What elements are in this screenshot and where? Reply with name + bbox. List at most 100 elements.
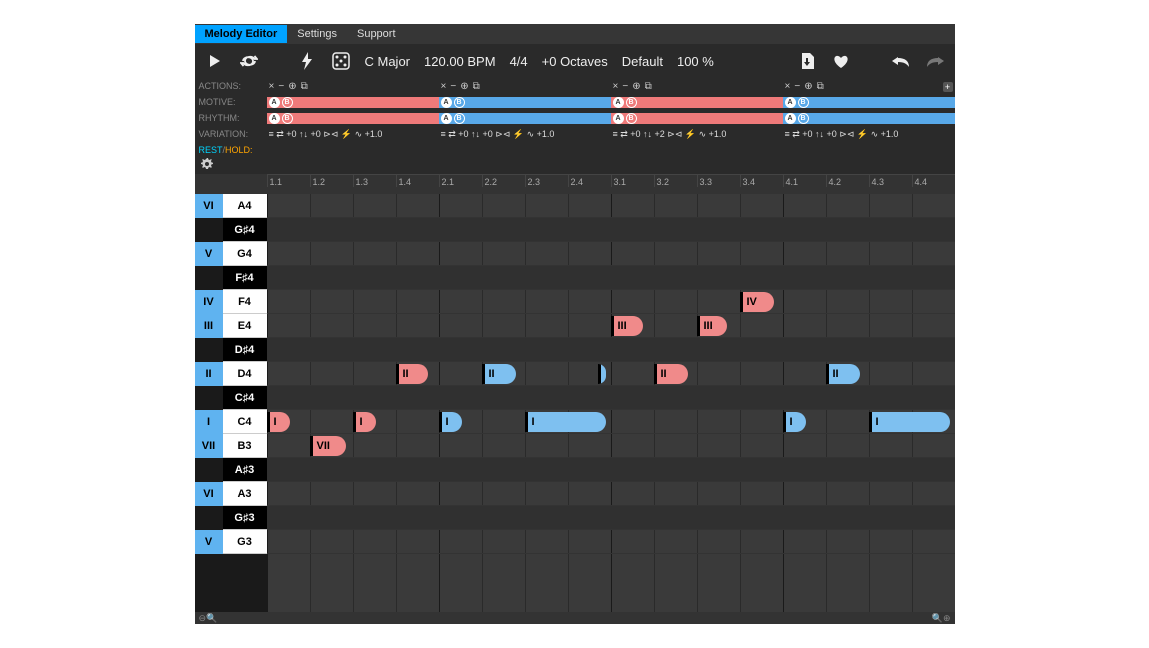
note-label[interactable]: D♯4 (223, 338, 267, 362)
bottom-scrollbar[interactable]: ⊖🔍 🔍⊕ (195, 612, 955, 624)
export-icon[interactable] (797, 51, 817, 71)
timesig-display[interactable]: 4/4 (510, 54, 528, 69)
motive-badge-a[interactable]: A (613, 97, 624, 108)
midi-note[interactable]: III (611, 316, 643, 336)
bpm-display[interactable]: 120.00 BPM (424, 54, 496, 69)
play-icon[interactable] (205, 51, 225, 71)
section-action-⧉[interactable]: ⧉ (817, 81, 824, 92)
midi-note[interactable]: I (525, 412, 607, 432)
section-action-−[interactable]: − (278, 81, 284, 92)
redo-icon[interactable] (925, 51, 945, 71)
zoom-out-icon[interactable]: ⊖🔍 (199, 613, 218, 624)
section-action-−[interactable]: − (794, 81, 800, 92)
motive-badge-b[interactable]: B (798, 97, 809, 108)
motive-section[interactable]: AB (267, 97, 439, 108)
midi-note[interactable]: I (783, 412, 807, 432)
motive-badge-b[interactable]: B (282, 97, 293, 108)
rhythm-badge-a[interactable]: A (441, 113, 452, 124)
note-degree-label: II (661, 368, 667, 380)
section-action-×[interactable]: × (441, 81, 447, 92)
note-label[interactable]: F♯4 (223, 266, 267, 290)
rhythm-section[interactable]: AB (439, 113, 611, 124)
rhythm-badge-b[interactable]: B (798, 113, 809, 124)
motive-badge-b[interactable]: B (626, 97, 637, 108)
timeline-ruler[interactable]: 1.11.21.31.42.12.22.32.43.13.23.33.44.14… (195, 174, 955, 194)
section-action-⊕[interactable]: ⊕ (804, 81, 812, 92)
note-label[interactable]: E4 (223, 314, 267, 338)
variation-section[interactable]: ≡ ⇄ +0 ↑↓ +0 ⊳⊲ ⚡ ∿ +1.0 (267, 129, 439, 140)
variation-section[interactable]: ≡ ⇄ +0 ↑↓ +0 ⊳⊲ ⚡ ∿ +1.0 (783, 129, 955, 140)
motive-badge-a[interactable]: A (269, 97, 280, 108)
motive-badge-b[interactable]: B (454, 97, 465, 108)
midi-note[interactable]: II (396, 364, 428, 384)
preset-display[interactable]: Default (622, 54, 663, 69)
tab-settings[interactable]: Settings (287, 25, 347, 43)
zoom-display[interactable]: 100 % (677, 54, 714, 69)
variation-section[interactable]: ≡ ⇄ +0 ↑↓ +2 ⊳⊲ ⚡ ∿ +1.0 (611, 129, 783, 140)
midi-note[interactable]: I (869, 412, 951, 432)
note-label[interactable]: B3 (223, 434, 267, 458)
midi-note[interactable]: IV (740, 292, 774, 312)
note-label[interactable]: G♯4 (223, 218, 267, 242)
favorite-icon[interactable] (831, 51, 851, 71)
motive-section[interactable]: AB (783, 97, 955, 108)
tab-melody-editor[interactable]: Melody Editor (195, 25, 288, 43)
note-label[interactable]: G♯3 (223, 506, 267, 530)
section-action-⊕[interactable]: ⊕ (632, 81, 640, 92)
gear-icon[interactable] (201, 157, 213, 175)
octaves-display[interactable]: +0 Octaves (542, 54, 608, 69)
midi-note[interactable]: I (267, 412, 291, 432)
note-label[interactable]: C4 (223, 410, 267, 434)
motive-section[interactable]: AB (439, 97, 611, 108)
section-action-⊕[interactable]: ⊕ (288, 81, 296, 92)
section-action-⧉[interactable]: ⧉ (301, 81, 308, 92)
rhythm-badge-a[interactable]: A (269, 113, 280, 124)
section-action-−[interactable]: − (450, 81, 456, 92)
midi-note[interactable]: II (654, 364, 688, 384)
rhythm-badge-b[interactable]: B (282, 113, 293, 124)
motive-badge-a[interactable]: A (441, 97, 452, 108)
midi-note[interactable]: II (482, 364, 516, 384)
note-label[interactable]: F4 (223, 290, 267, 314)
midi-note[interactable]: I (353, 412, 377, 432)
rhythm-section[interactable]: AB (267, 113, 439, 124)
rhythm-badge-a[interactable]: A (785, 113, 796, 124)
note-label[interactable]: D4 (223, 362, 267, 386)
rhythm-section[interactable]: AB (611, 113, 783, 124)
midi-note[interactable]: III (697, 316, 727, 336)
note-label[interactable]: A3 (223, 482, 267, 506)
note-label[interactable]: G4 (223, 242, 267, 266)
variation-section[interactable]: ≡ ⇄ +0 ↑↓ +0 ⊳⊲ ⚡ ∿ +1.0 (439, 129, 611, 140)
note-label[interactable]: A♯3 (223, 458, 267, 482)
key-row: F♯4 (195, 266, 267, 290)
midi-note[interactable]: VII (310, 436, 347, 456)
note-label[interactable]: G3 (223, 530, 267, 554)
degree-label (195, 266, 223, 290)
note-grid[interactable]: IVIIIIIIIIIIIIIIIIIIVIIII (267, 194, 955, 612)
zoom-in-icon[interactable]: 🔍⊕ (932, 613, 951, 624)
section-action-⧉[interactable]: ⧉ (645, 81, 652, 92)
section-action-⧉[interactable]: ⧉ (473, 81, 480, 92)
rhythm-badge-b[interactable]: B (454, 113, 465, 124)
note-label[interactable]: C♯4 (223, 386, 267, 410)
midi-note[interactable]: II (826, 364, 860, 384)
midi-note[interactable] (598, 364, 607, 384)
loop-icon[interactable] (239, 51, 259, 71)
rhythm-badge-a[interactable]: A (613, 113, 624, 124)
note-label[interactable]: A4 (223, 194, 267, 218)
rhythm-section[interactable]: AB (783, 113, 955, 124)
section-action-−[interactable]: − (622, 81, 628, 92)
bolt-icon[interactable] (297, 51, 317, 71)
section-action-⊕[interactable]: ⊕ (460, 81, 468, 92)
section-action-×[interactable]: × (269, 81, 275, 92)
key-display[interactable]: C Major (365, 54, 411, 69)
dice-icon[interactable] (331, 51, 351, 71)
section-action-×[interactable]: × (613, 81, 619, 92)
section-action-×[interactable]: × (785, 81, 791, 92)
motive-section[interactable]: AB (611, 97, 783, 108)
motive-badge-a[interactable]: A (785, 97, 796, 108)
undo-icon[interactable] (891, 51, 911, 71)
midi-note[interactable]: I (439, 412, 463, 432)
rhythm-badge-b[interactable]: B (626, 113, 637, 124)
tab-support[interactable]: Support (347, 25, 406, 43)
